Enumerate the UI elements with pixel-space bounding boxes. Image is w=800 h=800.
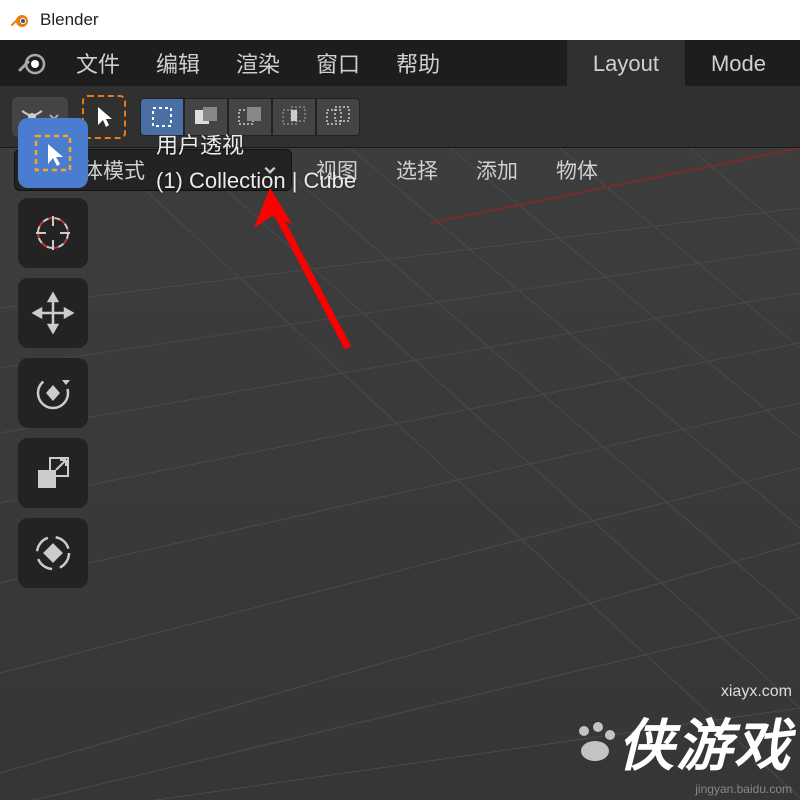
viewport-menu-select[interactable]: 选择 bbox=[382, 149, 452, 191]
toolbar bbox=[0, 86, 800, 148]
tool-transform[interactable] bbox=[18, 518, 88, 588]
watermark-text: 侠游戏 bbox=[618, 701, 792, 782]
menubar: 文件 编辑 渲染 窗口 帮助 Layout Mode bbox=[0, 40, 800, 86]
menu-edit[interactable]: 编辑 bbox=[138, 41, 218, 85]
titlebar: Blender bbox=[0, 0, 800, 40]
tool-cursor[interactable] bbox=[18, 198, 88, 268]
perspective-label: 用户透视 bbox=[156, 128, 356, 163]
window-title: Blender bbox=[40, 10, 99, 30]
blender-icon[interactable] bbox=[8, 40, 58, 86]
menu-file[interactable]: 文件 bbox=[58, 41, 138, 85]
watermark-url: xiayx.com bbox=[572, 683, 792, 701]
tool-move[interactable] bbox=[18, 278, 88, 348]
tab-layout[interactable]: Layout bbox=[567, 40, 685, 86]
menu-help[interactable]: 帮助 bbox=[378, 41, 458, 85]
viewport-menu-add[interactable]: 添加 bbox=[462, 149, 532, 191]
menu-window[interactable]: 窗口 bbox=[298, 41, 378, 85]
paw-icon bbox=[572, 719, 618, 765]
watermark-sub: jingyan.baidu.com bbox=[572, 782, 792, 796]
tool-sidebar bbox=[18, 118, 88, 588]
menu-render[interactable]: 渲染 bbox=[218, 41, 298, 85]
cursor-tool-button[interactable] bbox=[82, 95, 126, 139]
watermark: xiayx.com 侠游戏 jingyan.baidu.com bbox=[572, 683, 792, 796]
blender-logo-icon bbox=[10, 9, 32, 31]
tool-rotate[interactable] bbox=[18, 358, 88, 428]
viewport-header: 物体模式 视图 选择 添加 物体 bbox=[14, 148, 800, 192]
tab-modeling[interactable]: Mode bbox=[685, 40, 792, 86]
tool-scale[interactable] bbox=[18, 438, 88, 508]
annotation-arrow bbox=[250, 188, 390, 368]
viewport-menu-object[interactable]: 物体 bbox=[542, 149, 612, 191]
tool-select-box[interactable] bbox=[18, 118, 88, 188]
